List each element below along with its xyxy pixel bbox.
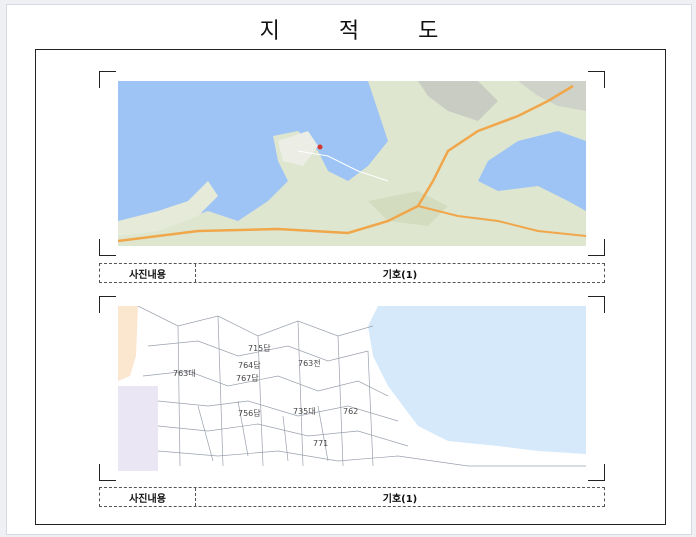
page-title: 지 적 도 (259, 19, 465, 44)
location-map-panel (99, 71, 605, 256)
parcel-label: 767답 (236, 373, 259, 383)
parcel-label: 763대 (173, 369, 196, 378)
photo-content-label: 사진내용 (100, 488, 196, 506)
photo-caption-row: 사진내용 기호(1) (99, 263, 605, 283)
crop-mark (588, 239, 605, 256)
crop-mark (99, 239, 116, 256)
cadastral-map-graphic: 715답 764답 763대 767답 763전 756답 735대 762 7… (118, 306, 586, 471)
crop-mark (99, 296, 116, 313)
parcel-label: 735대 (293, 407, 316, 416)
location-map-image (118, 81, 586, 246)
content-frame: 사진내용 기호(1) 715답 764답 763대 767답 763전 756답… (35, 49, 666, 525)
document-page: 지 적 도 사진내용 기호(1) 715답 764답 763대 767답 763… (6, 4, 692, 535)
photo-content-label: 사진내용 (100, 264, 196, 282)
symbol-value: 기호(1) (382, 493, 418, 505)
crop-mark (588, 71, 605, 88)
parcel-label: 756답 (238, 408, 261, 418)
parcel-label: 763전 (298, 358, 321, 368)
crop-mark (588, 296, 605, 313)
photo-caption-row: 사진내용 기호(1) (99, 487, 605, 507)
cadastral-map-panel: 715답 764답 763대 767답 763전 756답 735대 762 7… (99, 296, 605, 481)
parcel-label: 715답 (248, 343, 271, 353)
crop-mark (99, 464, 116, 481)
cadastral-map-image: 715답 764답 763대 767답 763전 756답 735대 762 7… (118, 306, 586, 471)
location-map-graphic (118, 81, 586, 246)
symbol-value: 기호(1) (382, 269, 418, 281)
parcel-label: 771 (313, 439, 328, 448)
crop-mark (588, 464, 605, 481)
parcel-label: 764답 (238, 360, 261, 370)
parcel-label: 762 (343, 407, 358, 416)
crop-mark (99, 71, 116, 88)
